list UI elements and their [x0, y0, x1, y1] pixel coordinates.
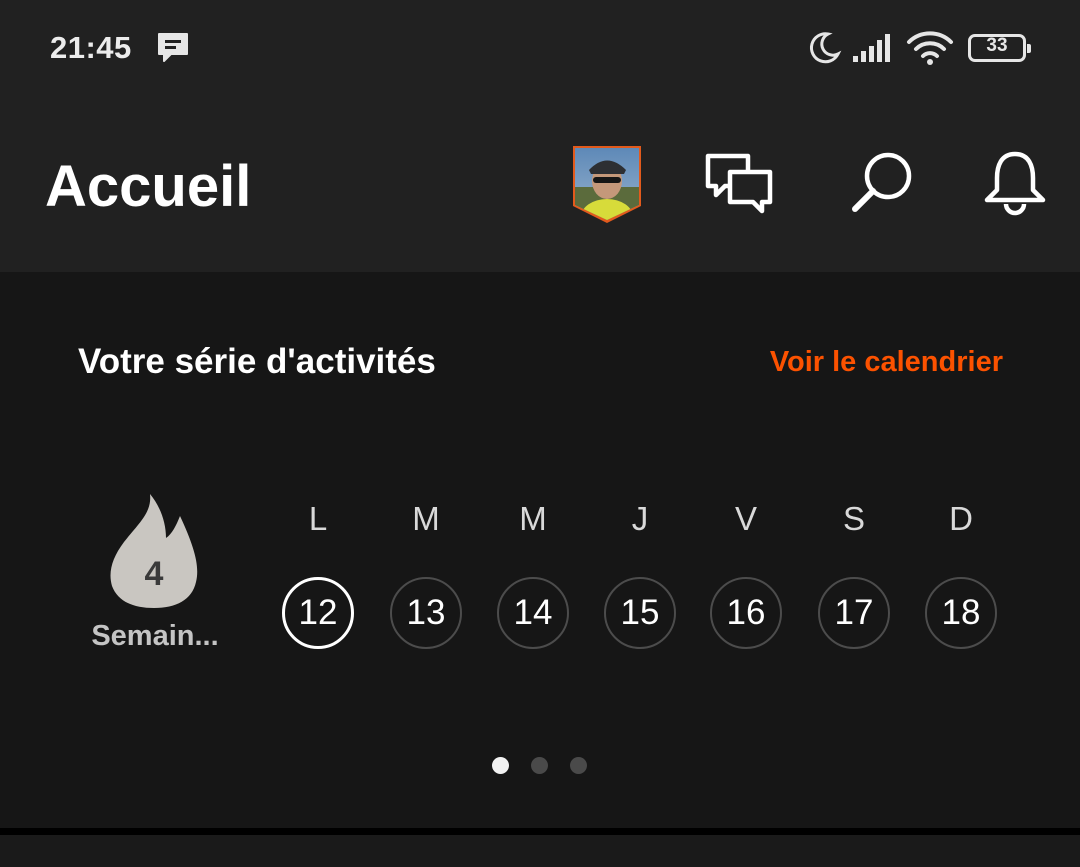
day-letter: M [519, 500, 547, 537]
bell-icon[interactable] [982, 148, 1048, 218]
day-circle[interactable]: 18 [925, 577, 997, 649]
day-letter: J [631, 500, 649, 537]
view-calendar-link[interactable]: Voir le calendrier [770, 346, 1003, 379]
day-circle[interactable]: 14 [497, 577, 569, 649]
pager-dot[interactable] [570, 757, 587, 774]
day-letter: M [412, 500, 440, 537]
signal-icon [853, 34, 890, 62]
wifi-icon [907, 31, 953, 65]
moon-icon [809, 32, 842, 64]
streak-label: Semain... [91, 620, 219, 652]
day-letter: D [949, 500, 973, 537]
chat-icon[interactable] [702, 150, 776, 220]
avatar[interactable] [570, 143, 644, 225]
status-time: 21:45 [50, 30, 132, 65]
day-letter: L [308, 500, 328, 537]
next-section [0, 835, 1080, 867]
status-bar: 21:45 33 [0, 0, 1080, 100]
pager-dot-active[interactable] [492, 757, 509, 774]
battery-icon: 33 [968, 34, 1031, 62]
day-circle[interactable]: 17 [818, 577, 890, 649]
day-circle[interactable]: 15 [604, 577, 676, 649]
day-letter: V [734, 500, 757, 537]
battery-level: 33 [986, 35, 1008, 56]
message-notification-icon [158, 33, 188, 62]
streak-count: 4 [144, 555, 164, 593]
section-divider [0, 828, 1080, 835]
pager-dot[interactable] [531, 757, 548, 774]
day-letter: S [842, 500, 865, 537]
app-header: Accueil [0, 100, 1080, 272]
page-title: Accueil [45, 154, 252, 219]
search-icon[interactable] [848, 148, 918, 218]
streak-card: Votre série d'activités Voir le calendri… [0, 272, 1080, 828]
streak-card-title: Votre série d'activités [78, 342, 436, 381]
day-circle-today[interactable]: 12 [282, 577, 354, 649]
day-circle[interactable]: 13 [390, 577, 462, 649]
day-circle[interactable]: 16 [710, 577, 782, 649]
